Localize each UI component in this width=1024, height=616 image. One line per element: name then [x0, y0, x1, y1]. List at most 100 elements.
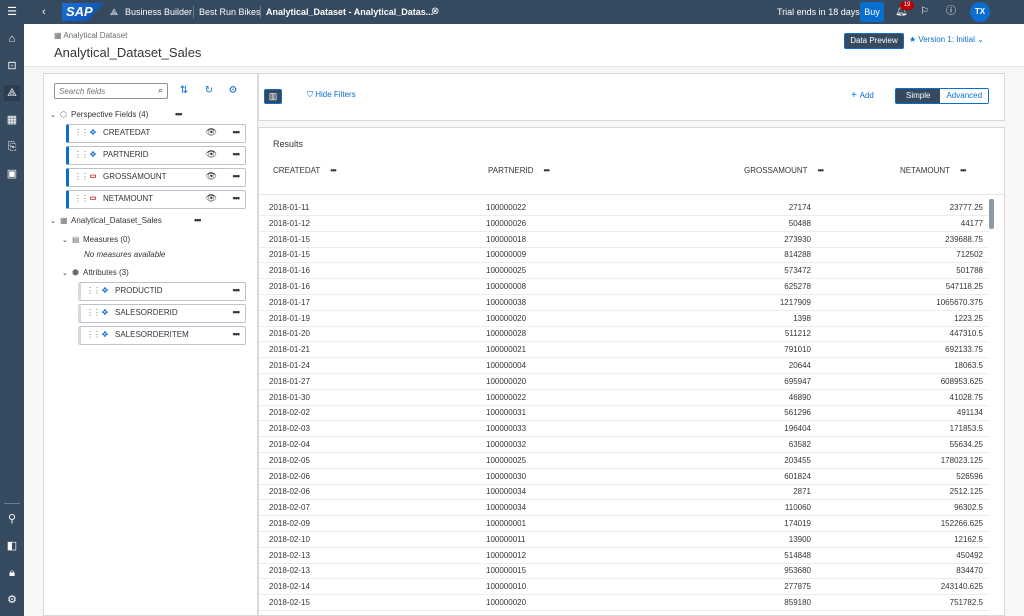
table-row[interactable]: 2018-02-13 100000015 953680 834470 [259, 562, 989, 580]
field-card[interactable]: ⋮⋮ ✥ PRODUCTID ••• [78, 282, 246, 301]
hide-filters-button[interactable]: ⛉ Hide Filters [307, 90, 356, 100]
settings-icon[interactable]: ⚙ [4, 592, 20, 608]
column-header[interactable]: NETAMOUNT ••• [900, 166, 967, 175]
more-icon[interactable]: ••• [330, 166, 336, 175]
search-icon[interactable]: ⌕ [158, 85, 163, 96]
help-icon[interactable]: ⓘ [946, 0, 956, 24]
table-row[interactable]: 2018-02-07 100000034 110060 96302.5 [259, 499, 989, 517]
breadcrumb-label[interactable]: Analytical Dataset [63, 31, 127, 40]
buy-button[interactable]: Buy [860, 2, 884, 22]
drag-handle-icon[interactable]: ⋮⋮ [86, 330, 101, 339]
column-header[interactable]: CREATEDAT ••• [273, 166, 337, 175]
perspective-fields-node[interactable]: ⌄ ⬡ Perspective Fields (4) [50, 108, 148, 122]
table-row[interactable]: 2018-02-09 100000001 174019 152266.625 [259, 515, 989, 532]
user-avatar[interactable]: TX [970, 2, 990, 22]
table-row[interactable]: 2018-02-10 100000011 13900 12162.5 [259, 531, 989, 548]
drag-handle-icon[interactable]: ⋮⋮ [86, 308, 101, 317]
more-icon[interactable]: ••• [233, 193, 241, 203]
more-icon[interactable]: ••• [233, 329, 241, 339]
drag-handle-icon[interactable]: ⋮⋮ [74, 150, 89, 159]
network-icon[interactable]: ⚲ [4, 511, 20, 527]
chevron-down-icon[interactable]: ⌄ [62, 234, 72, 248]
table-row[interactable]: 2018-01-24 100000004 20644 18063.5 [259, 357, 989, 374]
chevron-down-icon[interactable]: ⌄ [62, 267, 72, 281]
data-preview-button[interactable]: Data Preview [844, 33, 904, 49]
eye-icon[interactable]: 👁︎ [206, 127, 217, 138]
data-builder-icon[interactable]: ▦ [4, 112, 20, 128]
table-row[interactable]: 2018-02-15 100000020 859180 751782.5 [259, 594, 989, 611]
table-row[interactable]: 2018-01-17 100000038 1217909 1065670.375 [259, 294, 989, 311]
table-row[interactable]: 2018-01-16 100000008 625278 547118.25 [259, 278, 989, 295]
table-row[interactable]: 2018-01-21 100000021 791010 692133.75 [259, 341, 989, 359]
table-row[interactable]: 2018-01-16 100000025 573472 501788 [259, 262, 989, 280]
field-card[interactable]: ⋮⋮ ✥ SALESORDERID ••• [78, 304, 246, 323]
more-icon[interactable]: ••• [960, 166, 966, 175]
field-card[interactable]: ⋮⋮ ✥ CREATEDAT 👁︎ ••• [66, 124, 246, 143]
table-row[interactable]: 2018-01-15 100000018 273930 239688.75 [259, 231, 989, 248]
measures-node[interactable]: ⌄ ▤ Measures (0) [62, 233, 130, 247]
table-row[interactable]: 2018-01-15 100000009 814288 712502 [259, 246, 989, 264]
business-builder-icon[interactable]: ⟁ [4, 85, 20, 101]
field-card[interactable]: ⋮⋮ ▭ NETAMOUNT 👁︎ ••• [66, 190, 246, 209]
add-button[interactable]: + Add [851, 90, 874, 101]
table-row[interactable]: 2018-02-06 100000034 2871 2512.125 [259, 483, 989, 501]
close-tab-icon[interactable]: ⊗ [431, 0, 439, 24]
field-card[interactable]: ⋮⋮ ▭ GROSSAMOUNT 👁︎ ••• [66, 168, 246, 187]
home-icon[interactable]: ⌂ [4, 31, 20, 47]
dataset-node[interactable]: ⌄ ▦ Analytical_Dataset_Sales [50, 214, 162, 228]
column-header[interactable]: PARTNERID ••• [488, 166, 550, 175]
drag-handle-icon[interactable]: ⋮⋮ [86, 286, 101, 295]
panel-toggle-icon[interactable]: ▥ [264, 89, 282, 104]
more-icon[interactable]: ••• [175, 109, 183, 119]
table-row[interactable]: 2018-02-05 100000025 203455 178023.125 [259, 452, 989, 469]
eye-icon[interactable]: 👁︎ [206, 149, 217, 160]
nav-business-builder[interactable]: Business Builder [125, 0, 192, 24]
eye-icon[interactable]: 👁︎ [206, 171, 217, 182]
column-header[interactable]: GROSSAMOUNT ••• [744, 166, 824, 175]
table-row[interactable]: 2018-02-13 100000012 514848 450492 [259, 547, 989, 564]
more-icon[interactable]: ••• [818, 166, 824, 175]
lock-icon[interactable]: 🔒︎ [4, 565, 20, 581]
system-icon[interactable]: ◧ [4, 538, 20, 554]
active-tab[interactable]: Analytical_Dataset - Analytical_Datas... [266, 0, 433, 24]
refresh-icon[interactable]: ↻ [202, 84, 216, 98]
more-icon[interactable]: ••• [233, 307, 241, 317]
chevron-down-icon[interactable]: ⌄ [50, 215, 60, 229]
more-icon[interactable]: ••• [194, 215, 202, 225]
scrollbar[interactable] [988, 199, 996, 611]
more-icon[interactable]: ••• [233, 171, 241, 181]
advanced-mode-button[interactable]: Advanced [940, 89, 989, 103]
attributes-node[interactable]: ⌄ ⬢ Attributes (3) [62, 266, 129, 280]
table-row[interactable]: 2018-01-27 100000020 695947 608953.625 [259, 373, 989, 390]
more-icon[interactable]: ••• [233, 149, 241, 159]
more-icon[interactable]: ••• [544, 166, 550, 175]
field-card[interactable]: ⋮⋮ ✥ PARTNERID 👁︎ ••• [66, 146, 246, 165]
back-icon[interactable]: ‹ [42, 0, 46, 24]
catalog-icon[interactable]: ⊡ [4, 58, 20, 74]
space-context[interactable]: Best Run Bikes [199, 0, 261, 24]
eye-icon[interactable]: 👁︎ [206, 193, 217, 204]
table-row[interactable]: 2018-02-06 100000030 601824 526596 [259, 468, 989, 485]
menu-icon[interactable]: ☰ [4, 4, 20, 20]
feedback-icon[interactable]: ⚐ [920, 0, 929, 24]
sap-logo[interactable]: SAP [62, 3, 104, 21]
simple-mode-button[interactable]: Simple [896, 89, 941, 103]
gear-icon[interactable]: ⚙ [226, 84, 240, 98]
version-selector[interactable]: ★ Version 1: Initial ⌄ [909, 33, 984, 47]
table-row[interactable]: 2018-02-14 100000010 277875 243140.625 [259, 578, 989, 596]
more-icon[interactable]: ••• [233, 285, 241, 295]
more-icon[interactable]: ••• [233, 127, 241, 137]
drag-handle-icon[interactable]: ⋮⋮ [74, 128, 89, 137]
table-row[interactable]: 2018-01-19 100000020 1398 1223.25 [259, 310, 989, 327]
table-row[interactable]: 2018-02-03 100000033 196404 171853.5 [259, 420, 989, 438]
table-row[interactable]: 2018-01-20 100000028 511212 447310.5 [259, 325, 989, 343]
drag-handle-icon[interactable]: ⋮⋮ [74, 194, 89, 203]
table-row[interactable]: 2018-01-11 100000022 27174 23777.25 [259, 199, 989, 216]
scrollbar-thumb[interactable] [989, 199, 994, 229]
table-row[interactable]: 2018-02-02 100000031 561296 491134 [259, 404, 989, 422]
drag-handle-icon[interactable]: ⋮⋮ [74, 172, 89, 181]
chevron-down-icon[interactable]: ⌄ [50, 109, 60, 123]
search-input[interactable] [59, 85, 151, 97]
search-field[interactable]: ⌕ [54, 83, 168, 99]
table-row[interactable]: 2018-02-04 100000032 63582 55634.25 [259, 436, 989, 453]
